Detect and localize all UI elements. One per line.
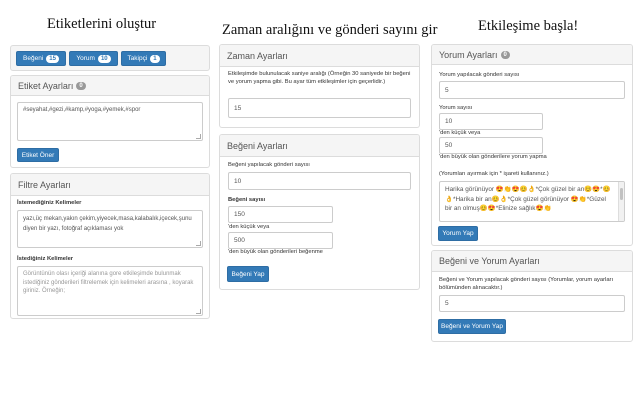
comment-post-count-input[interactable]: 5 [439,81,625,99]
time-interval-description: Etkileşimde bulunulacak saniye aralığı (… [228,71,411,85]
tab-likes[interactable]: Beğeni 15 [16,51,66,66]
resize-grip-icon[interactable] [196,309,201,314]
wanted-words-label: İstediğiniz Kelimeler [17,256,74,262]
filter-settings-title: Filtre Ayarları [18,179,71,190]
filter-settings-header: Filtre Ayarları [11,174,209,196]
time-settings-title: Zaman Ayarları [227,50,288,61]
comment-settings-header: Yorum Ayarları 0 [432,45,632,65]
like-count-min-value: 150 [234,211,245,218]
comment-settings-title: Yorum Ayarları [439,49,498,60]
col2-heading: Zaman aralığını ve gönderi sayını gir [222,22,438,38]
tab-followers-label: Takipçi [127,55,148,62]
comment-count-min-input[interactable]: 10 [439,113,543,130]
comment-button[interactable]: Yorum Yap [438,226,478,241]
like-count-label: Beğeni sayısı [228,197,266,203]
tab-comments-count: 10 [97,54,111,63]
like-post-count-value: 10 [234,177,242,185]
like-settings-title: Beğeni Ayarları [227,140,288,151]
suggest-tags-button[interactable]: Etiket Öner [17,148,59,162]
comment-max-suffix: 'den büyük olan gönderilere yorum yapma [439,154,547,160]
like-settings-header: Beğeni Ayarları [220,135,419,157]
like-count-min-input[interactable]: 150 [228,206,333,223]
like-count-max-value: 500 [234,237,245,244]
resize-grip-icon[interactable] [196,134,201,139]
like-count-suffix: 'den küçük veya [228,224,270,230]
tab-comments-label: Yorum [76,55,95,62]
wanted-words-placeholder: Görüntünün olası içeriği alanına gore et… [23,271,194,294]
time-settings-header: Zaman Ayarları [220,45,419,67]
comment-post-count-label: Yorum yapılacak gönderi sayısı [439,72,520,78]
comment-count-max-input[interactable]: 50 [439,137,543,154]
tab-followers[interactable]: Takipçi 1 [121,51,166,66]
tag-settings-title: Etiket Ayarları [18,80,74,91]
like-post-count-label: Beğeni yapılacak gönderi sayısı [228,162,310,168]
comment-count-max-value: 50 [445,142,453,149]
tags-textarea[interactable]: #seyahat,#gezi,#kamp,#yoga,#yemek,#spor [17,102,203,141]
like-post-count-input[interactable]: 10 [228,172,411,190]
col1-heading: Etiketlerini oluştur [47,16,157,32]
tab-likes-count: 15 [46,54,59,63]
like-comment-post-count-input[interactable]: 5 [439,295,625,312]
like-count-max-input[interactable]: 500 [228,232,333,249]
like-comment-settings-title: Beğeni ve Yorum Ayarları [439,256,540,266]
comments-separator-hint: (Yorumları ayırmak için * işareti kullan… [439,171,549,177]
time-interval-input[interactable]: 15 [228,98,411,118]
unwanted-words-value: yazı,üç mekan,yakın çekim,yiyecek,masa,k… [23,216,192,232]
comment-settings-count: 0 [500,50,510,59]
tab-likes-label: Beğeni [23,55,44,62]
tab-comments[interactable]: Yorum 10 [69,51,118,66]
like-comment-settings-header: Beğeni ve Yorum Ayarları [432,251,632,272]
tag-settings-count: 0 [76,81,86,90]
like-comment-post-count-value: 5 [445,300,449,307]
comment-post-count-value: 5 [445,86,449,94]
scrollbar-thumb[interactable] [620,188,623,200]
like-button[interactable]: Beğeni Yap [227,266,269,282]
comment-count-min-value: 10 [445,118,453,125]
comment-count-label: Yorum sayısı [439,105,473,111]
time-interval-value: 15 [234,104,242,112]
unwanted-words-label: İstemediğiniz Kelimeler [17,200,82,206]
comments-textarea[interactable]: Harika görünüyor 😍👏😍😊👌*Çok güzel bir an😊… [439,181,625,222]
tag-settings-header: Etiket Ayarları 0 [11,76,209,96]
like-max-suffix: 'den büyük olan gönderileri beğenme [228,249,323,255]
like-comment-post-count-label: Beğeni ve Yorum yapılacak gönderi sayısı… [439,277,614,291]
comments-value: Harika görünüyor 😍👏😍😊👌*Çok güzel bir an😊… [445,186,611,212]
col3-heading: Etkileşime başla! [478,18,579,34]
comments-scrollbar[interactable] [618,182,624,221]
wanted-words-textarea[interactable]: Görüntünün olası içeriği alanına gore et… [17,266,203,316]
tab-followers-count: 1 [150,54,160,63]
tags-value: #seyahat,#gezi,#kamp,#yoga,#yemek,#spor [23,107,141,113]
resize-grip-icon[interactable] [196,241,201,246]
like-and-comment-button[interactable]: Beğeni ve Yorum Yap [438,319,506,334]
unwanted-words-textarea[interactable]: yazı,üç mekan,yakın çekim,yiyecek,masa,k… [17,210,203,248]
